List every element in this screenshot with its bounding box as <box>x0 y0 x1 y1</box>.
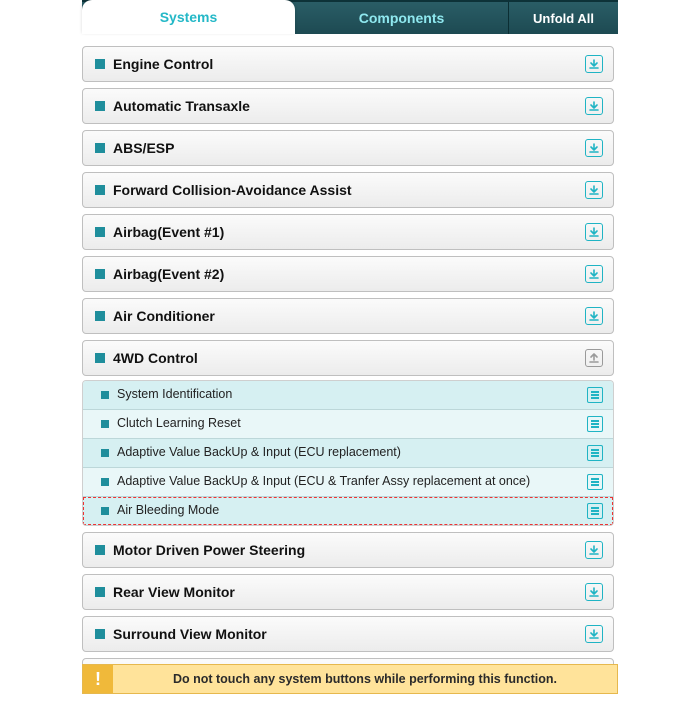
system-row[interactable]: Air Conditioner <box>82 298 614 334</box>
system-row[interactable]: Airbag(Event #1) <box>82 214 614 250</box>
bullet-icon <box>101 391 109 399</box>
document-icon[interactable] <box>587 503 603 519</box>
bullet-icon <box>95 59 105 69</box>
system-row[interactable]: Motor Driven Power Steering <box>82 532 614 568</box>
bullet-icon <box>101 507 109 515</box>
system-label: Surround View Monitor <box>113 626 267 642</box>
sub-row[interactable]: System Identification <box>83 381 613 410</box>
document-icon[interactable] <box>587 445 603 461</box>
expand-icon[interactable] <box>585 583 603 601</box>
tab-systems[interactable]: Systems <box>82 0 295 34</box>
bullet-icon <box>95 587 105 597</box>
document-icon[interactable] <box>587 416 603 432</box>
system-label: Rear View Monitor <box>113 584 235 600</box>
expand-icon[interactable] <box>585 181 603 199</box>
warning-icon: ! <box>83 665 113 693</box>
sub-label: Clutch Learning Reset <box>117 416 241 432</box>
system-row[interactable]: Automatic Transaxle <box>82 88 614 124</box>
system-label: Airbag(Event #1) <box>113 224 224 240</box>
document-icon[interactable] <box>587 387 603 403</box>
tab-bar: Systems Components Unfold All <box>82 0 618 34</box>
system-row[interactable]: 4WD Control <box>82 340 614 376</box>
expand-icon[interactable] <box>585 139 603 157</box>
bullet-icon <box>95 185 105 195</box>
expand-icon[interactable] <box>585 307 603 325</box>
app-root: Systems Components Unfold All Engine Con… <box>0 0 700 704</box>
sub-label: Adaptive Value BackUp & Input (ECU & Tra… <box>117 474 530 490</box>
bullet-icon <box>95 545 105 555</box>
expand-icon[interactable] <box>585 223 603 241</box>
expand-icon[interactable] <box>585 97 603 115</box>
warning-bar: ! Do not touch any system buttons while … <box>82 664 618 694</box>
system-label: 4WD Control <box>113 350 198 366</box>
system-row[interactable]: Forward Collision-Avoidance Assist <box>82 172 614 208</box>
system-label: Forward Collision-Avoidance Assist <box>113 182 352 198</box>
system-label: Airbag(Event #2) <box>113 266 224 282</box>
sub-row[interactable]: Air Bleeding Mode <box>83 497 613 525</box>
warning-text: Do not touch any system buttons while pe… <box>113 665 617 693</box>
system-label: ABS/ESP <box>113 140 174 156</box>
expand-icon[interactable] <box>585 55 603 73</box>
document-icon[interactable] <box>587 474 603 490</box>
system-label: Motor Driven Power Steering <box>113 542 305 558</box>
system-label: Air Conditioner <box>113 308 215 324</box>
sub-row[interactable]: Adaptive Value BackUp & Input (ECU & Tra… <box>83 468 613 497</box>
sub-row[interactable]: Adaptive Value BackUp & Input (ECU repla… <box>83 439 613 468</box>
expand-icon[interactable] <box>585 265 603 283</box>
sub-label: Adaptive Value BackUp & Input (ECU repla… <box>117 445 401 461</box>
bullet-icon <box>95 629 105 639</box>
system-row[interactable]: Engine Control <box>82 46 614 82</box>
expand-icon[interactable] <box>585 541 603 559</box>
system-row[interactable]: Airbag(Event #2) <box>82 256 614 292</box>
expand-icon[interactable] <box>585 625 603 643</box>
bullet-icon <box>95 353 105 363</box>
system-row[interactable]: Rear View Monitor <box>82 574 614 610</box>
sub-list: System Identification Clutch Learning Res… <box>82 380 614 526</box>
bullet-icon <box>95 143 105 153</box>
collapse-icon[interactable] <box>585 349 603 367</box>
sub-label: System Identification <box>117 387 232 403</box>
system-row[interactable]: ABS/ESP <box>82 130 614 166</box>
system-label: Automatic Transaxle <box>113 98 250 114</box>
bullet-icon <box>95 311 105 321</box>
bullet-icon <box>95 101 105 111</box>
systems-scroll-area[interactable]: Engine Control Automatic Transaxle ABS/ESP… <box>82 34 618 704</box>
sub-label: Air Bleeding Mode <box>117 503 219 519</box>
system-label: Engine Control <box>113 56 213 72</box>
bullet-icon <box>101 478 109 486</box>
tab-components[interactable]: Components <box>295 2 508 34</box>
sub-row[interactable]: Clutch Learning Reset <box>83 410 613 439</box>
bullet-icon <box>95 227 105 237</box>
unfold-all-button[interactable]: Unfold All <box>508 2 618 34</box>
system-row[interactable]: Surround View Monitor <box>82 616 614 652</box>
bullet-icon <box>95 269 105 279</box>
bullet-icon <box>101 420 109 428</box>
bullet-icon <box>101 449 109 457</box>
